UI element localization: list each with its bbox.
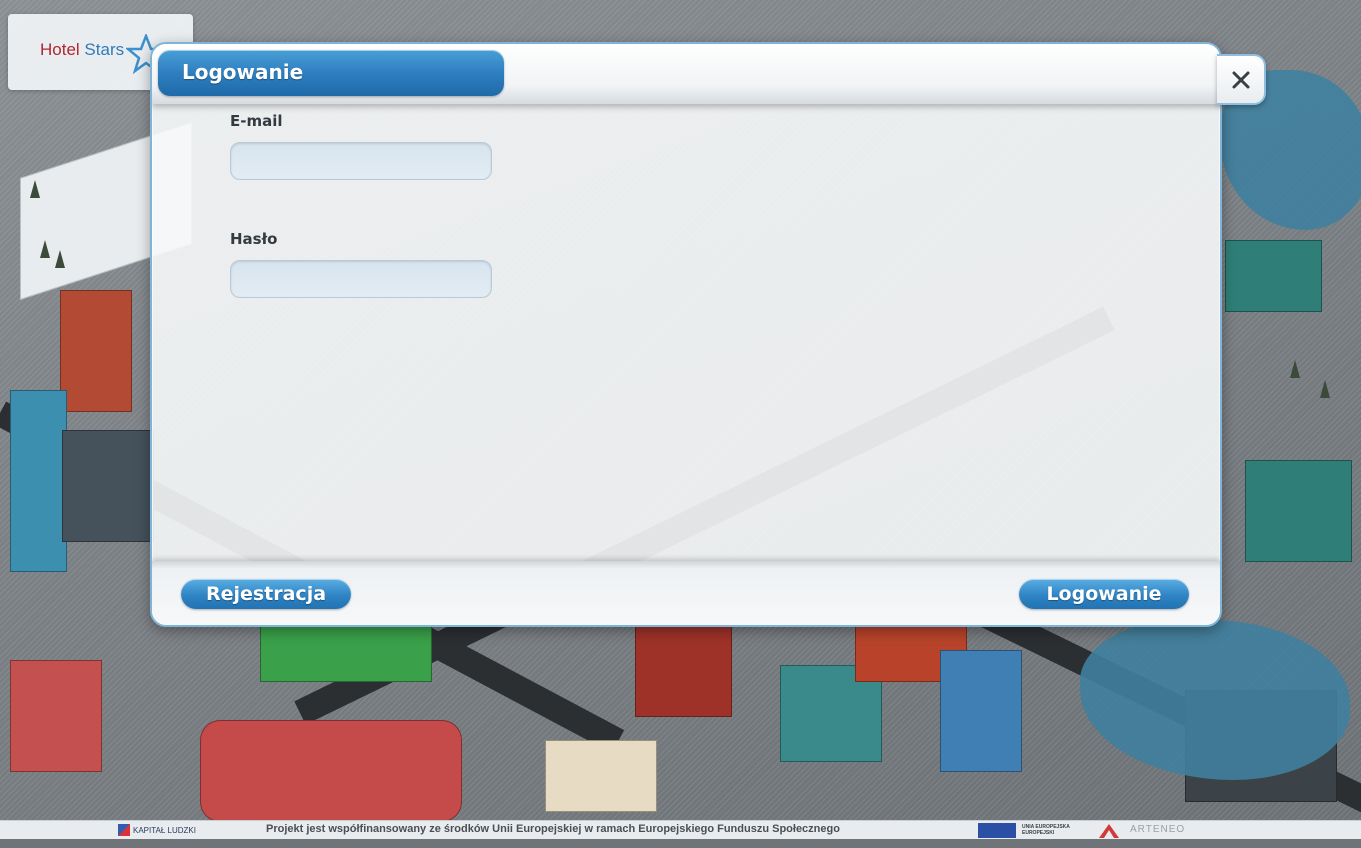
tree <box>30 180 40 198</box>
password-label: Hasło <box>230 230 278 248</box>
stadium <box>200 720 462 822</box>
tree <box>55 250 65 268</box>
modal-title-tab: Logowanie <box>158 50 504 96</box>
logo-text-stars: Stars <box>84 40 125 59</box>
email-field[interactable] <box>230 142 492 180</box>
modal-title: Logowanie <box>182 60 304 84</box>
building <box>60 290 132 412</box>
building <box>1245 460 1352 562</box>
login-modal: Logowanie E-mail Hasło Rejestracja Logow… <box>150 42 1222 627</box>
close-icon <box>1232 71 1249 88</box>
building <box>635 615 732 717</box>
building <box>10 660 102 772</box>
building <box>62 430 154 542</box>
logo-text-hotel: Hotel <box>40 40 80 59</box>
kapital-ludzki-text: KAPITAŁ LUDZKI <box>133 825 196 835</box>
building <box>260 620 432 682</box>
kapital-ludzki-icon <box>118 824 130 836</box>
modal-header: Logowanie <box>152 44 1220 104</box>
building <box>10 390 67 572</box>
tree <box>40 240 50 258</box>
password-field[interactable] <box>230 260 492 298</box>
eu-flag-icon <box>978 823 1016 838</box>
kapital-ludzki-logo: KAPITAŁ LUDZKI <box>118 824 196 836</box>
modal-footer: Rejestracja Logowanie <box>152 561 1220 625</box>
arteneo-logo-icon <box>1099 824 1119 838</box>
arteneo-text: ARTENEO <box>1130 824 1186 835</box>
tree <box>1290 360 1300 378</box>
building <box>1225 240 1322 312</box>
email-label: E-mail <box>230 112 283 130</box>
funding-footer: KAPITAŁ LUDZKI Projekt jest współfinanso… <box>0 820 1361 839</box>
tree <box>1320 380 1330 398</box>
eu-label: UNIA EUROPEJSKA EUROPEJSKI <box>1022 824 1070 836</box>
eu-label-sub: EUROPEJSKI <box>1022 830 1055 836</box>
water <box>1080 620 1350 780</box>
login-button[interactable]: Logowanie <box>1019 579 1189 609</box>
logo-text: Hotel Stars <box>40 40 124 60</box>
register-button[interactable]: Rejestracja <box>181 579 351 609</box>
close-button[interactable] <box>1217 54 1266 105</box>
funding-text: Projekt jest współfinansowany ze środków… <box>266 823 840 835</box>
cinema-building <box>545 740 657 812</box>
building <box>940 650 1022 772</box>
